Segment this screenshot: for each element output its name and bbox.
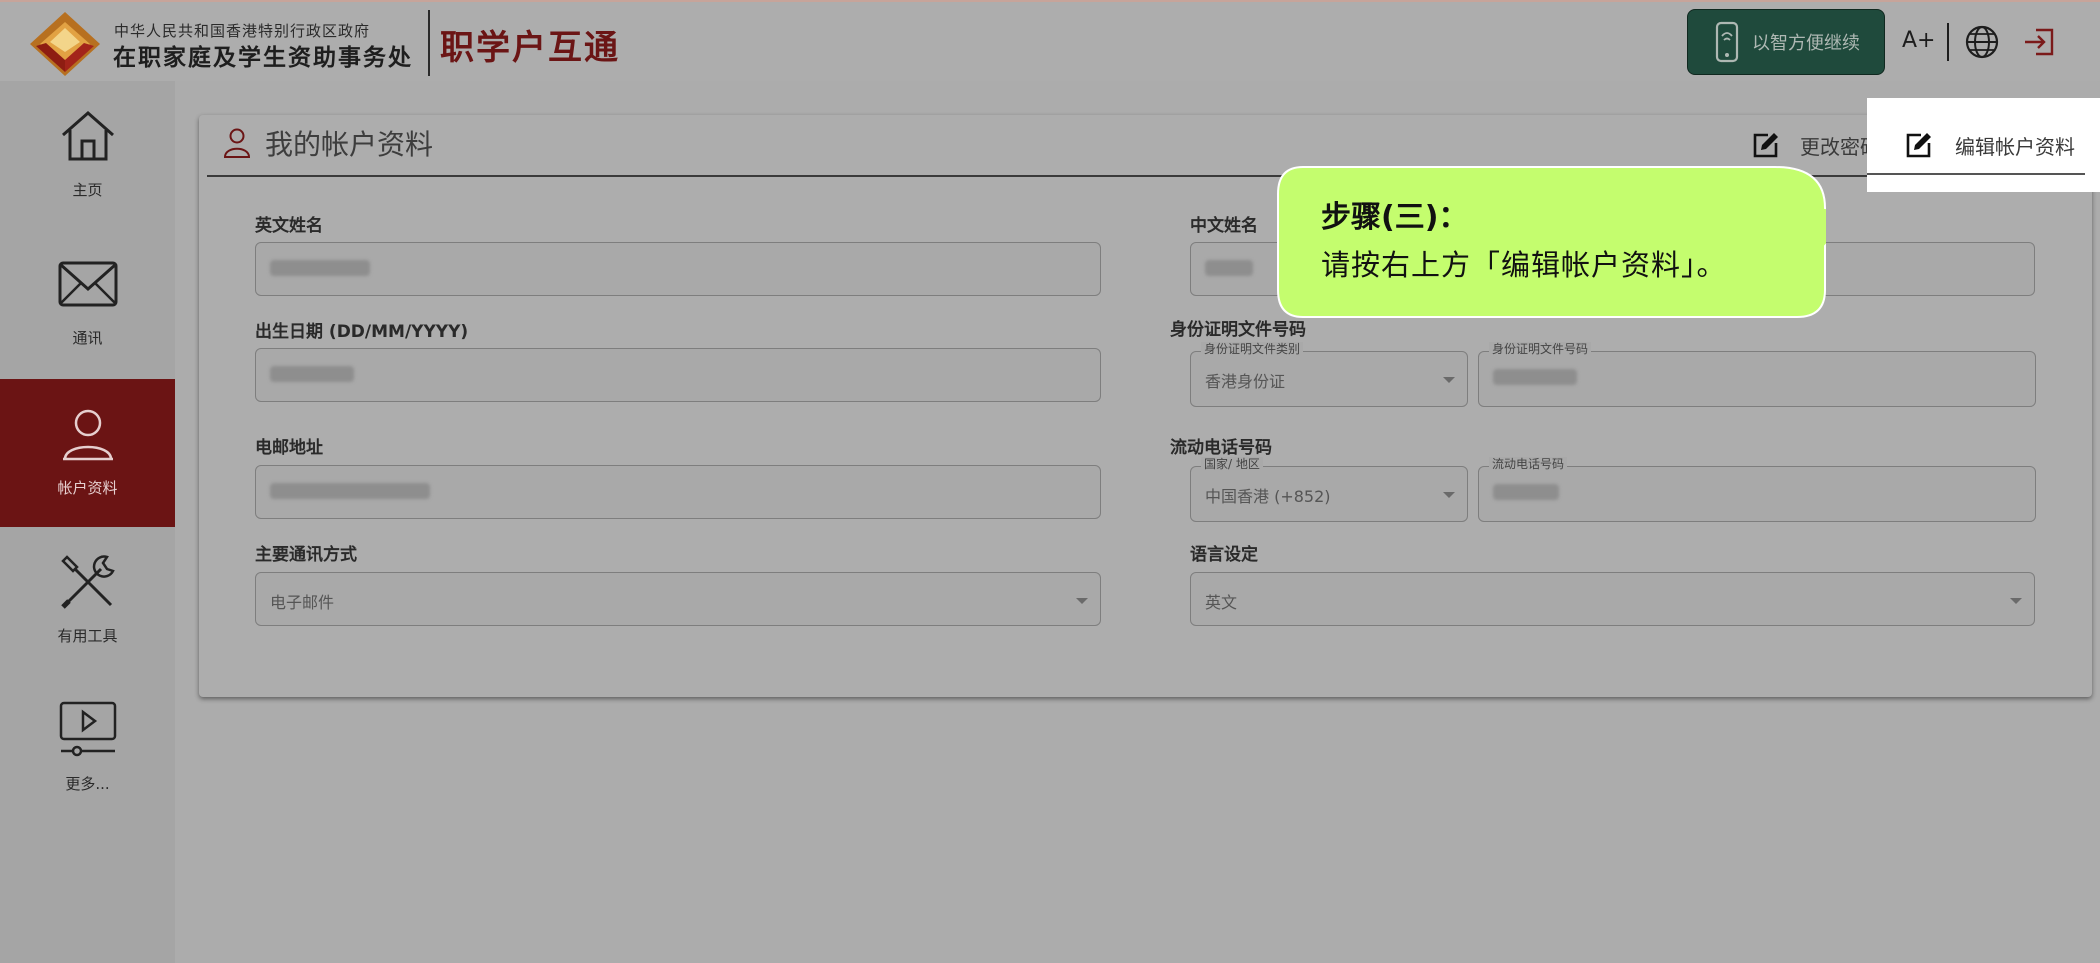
email-value: ••••••@••••••.•••• <box>270 483 430 499</box>
chevron-down-icon <box>1443 492 1455 498</box>
edit-icon <box>1906 133 1931 158</box>
home-icon <box>61 111 114 161</box>
email-label: 电邮地址 <box>255 438 323 458</box>
font-size-button[interactable]: A+ <box>1902 28 1935 53</box>
contact-method-label: 主要通讯方式 <box>255 545 357 565</box>
highlight-underline <box>1867 173 2085 175</box>
english-name-field[interactable]: •••• •••••• <box>255 242 1101 296</box>
sidebar-item-more[interactable]: 更多... <box>0 675 175 823</box>
mobile-label: 流动电话号码 <box>1170 438 1272 458</box>
sidebar-item-label: 通讯 <box>72 329 103 347</box>
email-field[interactable]: ••••••@••••••.•••• <box>255 465 1101 519</box>
sidebar: 主页 通讯 帐户资料 有用工具 更多... <box>0 81 175 963</box>
globe-icon[interactable] <box>1964 24 2000 60</box>
edit-icon <box>1753 133 1778 158</box>
english-name-label: 英文姓名 <box>255 216 323 236</box>
sidebar-item-label: 主页 <box>72 181 103 199</box>
edit-profile-button[interactable]: 编辑帐户资料 <box>1905 125 2075 165</box>
sidebar-item-account[interactable]: 帐户资料 <box>0 379 175 527</box>
user-icon <box>223 128 251 158</box>
mobile-number-legend: 流动电话号码 <box>1489 457 1568 471</box>
sidebar-item-label: 帐户资料 <box>57 479 118 497</box>
video-icon <box>59 701 116 757</box>
smartphone-icon <box>1715 21 1739 63</box>
top-header: 中华人民共和国香港特别行政区政府 在职家庭及学生资助事务处 职学户互通 以智方便… <box>0 0 2100 81</box>
id-number-legend: 身份证明文件号码 <box>1489 342 1592 356</box>
page-title: 我的帐户资料 <box>265 128 434 161</box>
english-name-value: •••• •••••• <box>270 260 370 276</box>
chevron-down-icon <box>1076 598 1088 604</box>
language-label: 语言设定 <box>1190 545 1258 565</box>
header-separator <box>1947 23 1949 61</box>
brand-name[interactable]: 职学户互通 <box>440 20 620 69</box>
mobile-number-field[interactable]: 流动电话号码 •••••••• <box>1478 457 2036 522</box>
sidebar-item-home[interactable]: 主页 <box>0 81 175 229</box>
language-select[interactable]: 英文 <box>1190 572 2035 626</box>
callout-step: 步骤(三)： <box>1321 200 1469 235</box>
id-type-value: 香港身份证 <box>1205 372 1286 391</box>
chevron-down-icon <box>1443 377 1455 383</box>
id-type-select[interactable]: 身份证明文件类别 香港身份证 <box>1190 342 1468 407</box>
sidebar-item-tools[interactable]: 有用工具 <box>0 527 175 675</box>
sidebar-item-label: 更多... <box>65 775 110 793</box>
dob-label: 出生日期 (DD/MM/YYYY) <box>255 322 469 342</box>
user-icon <box>62 409 113 461</box>
region-legend: 国家/ 地区 <box>1201 457 1263 471</box>
region-value: 中国香港 (+852) <box>1205 487 1331 506</box>
edit-profile-label: 编辑帐户资料 <box>1955 134 2075 159</box>
iam-smart-label: 以智方便继续 <box>1752 33 1860 54</box>
dob-field[interactable]: ••/••/•••• <box>255 348 1101 402</box>
dob-value: ••/••/•••• <box>270 366 354 382</box>
chinese-name-value: ••• <box>1205 260 1253 276</box>
id-type-legend: 身份证明文件类别 <box>1201 342 1304 356</box>
callout-text: 请按右上方「编辑帐户资料」。 <box>1321 248 1727 282</box>
change-password-button[interactable]: 更改密码 <box>1752 125 1880 165</box>
region-select[interactable]: 国家/ 地区 中国香港 (+852) <box>1190 457 1468 522</box>
chinese-name-label: 中文姓名 <box>1190 216 1258 236</box>
chevron-down-icon <box>2010 598 2022 604</box>
mail-icon <box>58 261 117 307</box>
id-number-field[interactable]: 身份证明文件号码 ••••••• <box>1478 342 2036 407</box>
contact-method-value: 电子邮件 <box>270 593 335 612</box>
sidebar-item-label: 有用工具 <box>57 627 118 645</box>
brand-divider <box>428 10 430 76</box>
logout-icon[interactable] <box>2022 26 2056 58</box>
id-number-value: ••••••• <box>1493 369 1577 385</box>
id-document-label: 身份证明文件号码 <box>1170 320 1306 340</box>
contact-method-select[interactable]: 电子邮件 <box>255 572 1101 626</box>
wfsfaa-logo-icon[interactable] <box>28 10 102 78</box>
sidebar-item-messages[interactable]: 通讯 <box>0 229 175 377</box>
mobile-number-value: •••••••• <box>1493 484 1559 500</box>
tools-icon <box>60 555 115 609</box>
tutorial-callout: 步骤(三)： 请按右上方「编辑帐户资料」。 <box>1277 166 1826 318</box>
iam-smart-button[interactable]: 以智方便继续 <box>1687 9 1885 75</box>
language-value: 英文 <box>1205 593 1238 612</box>
office-name: 在职家庭及学生资助事务处 <box>113 45 413 71</box>
